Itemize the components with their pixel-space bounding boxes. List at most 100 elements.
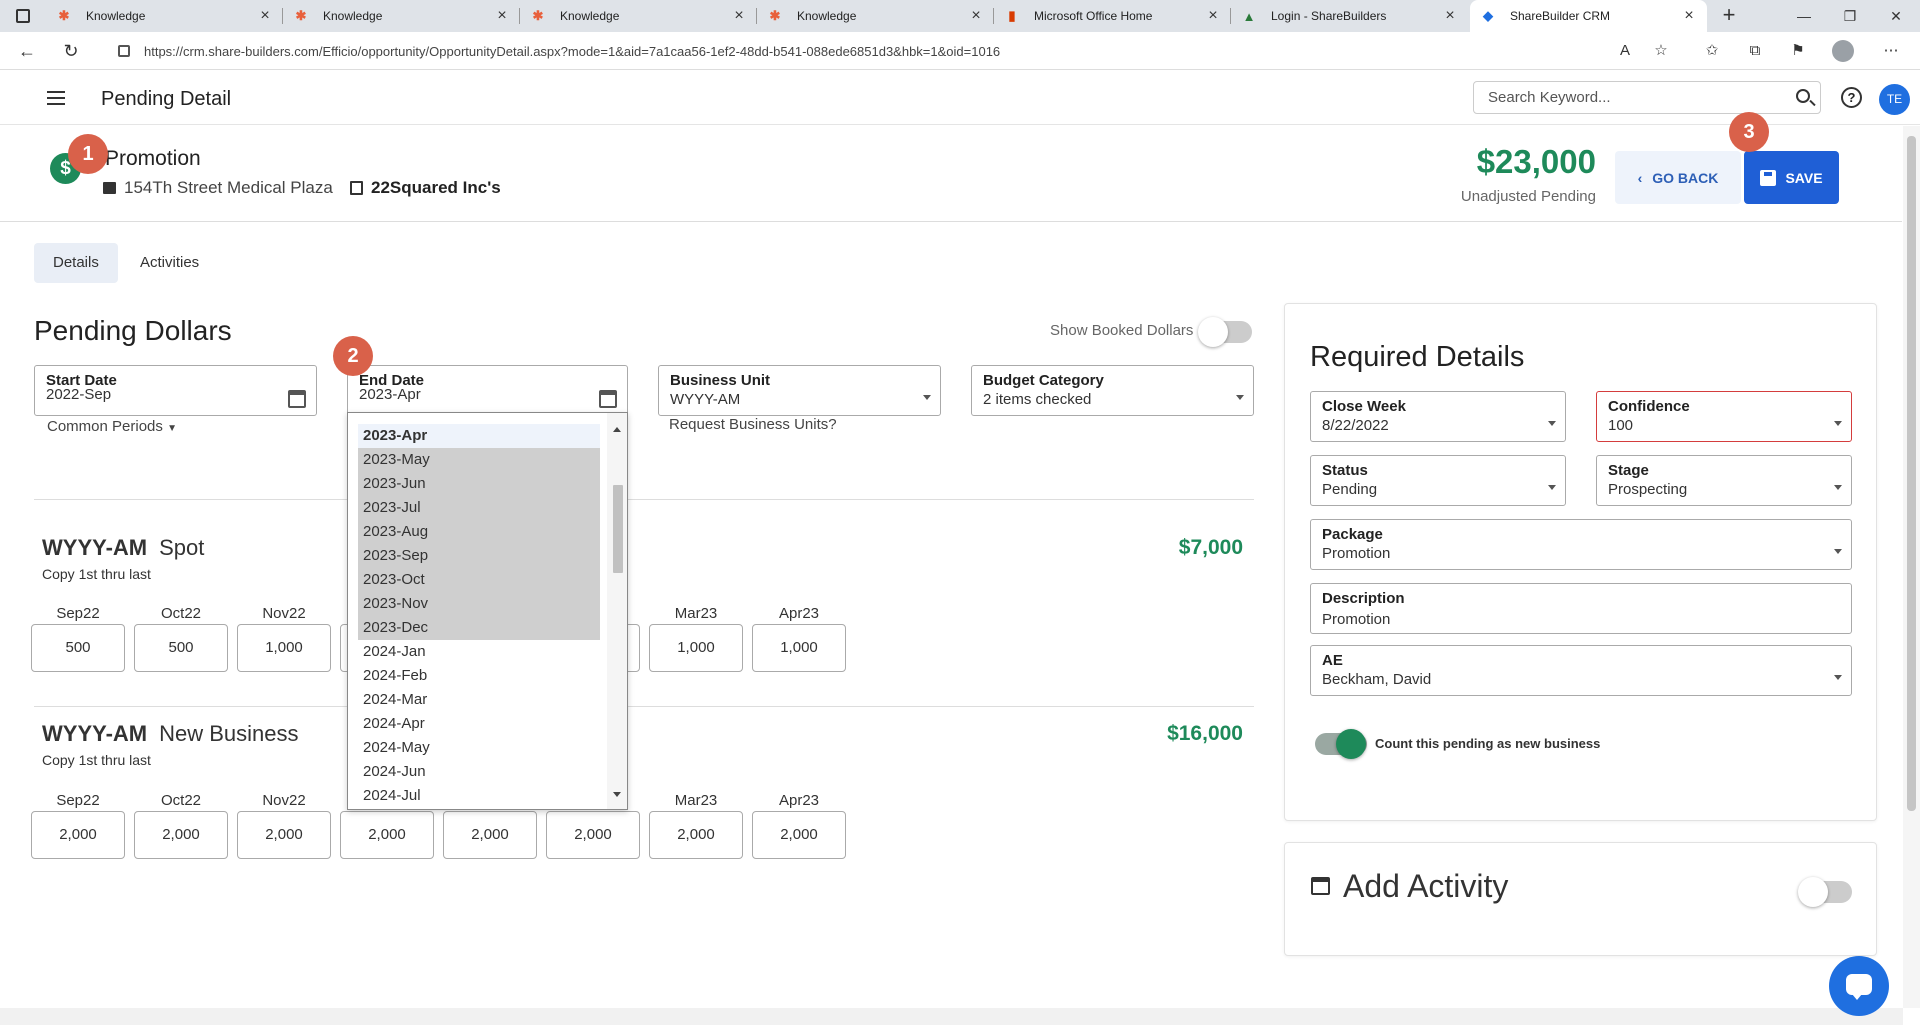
dropdown-option[interactable]: 2024-Jul: [358, 784, 600, 808]
close-tab-icon[interactable]: ×: [1438, 7, 1462, 25]
end-date-field[interactable]: End Date 2023-Apr: [347, 365, 628, 416]
dropdown-option[interactable]: 2024-Mar: [358, 688, 600, 712]
month-amount-input[interactable]: 2,000: [237, 811, 331, 859]
dropdown-option[interactable]: 2023-Aug: [358, 520, 600, 544]
hubspot-icon: ✱: [295, 8, 307, 23]
add-activity-toggle[interactable]: [1798, 877, 1852, 907]
extensions-icon[interactable]: ⚑: [1784, 37, 1812, 65]
month-amount-input[interactable]: 2,000: [443, 811, 537, 859]
month-amount-input[interactable]: 1,000: [237, 624, 331, 672]
page-scrollbar[interactable]: [1903, 126, 1920, 1008]
browser-tab-active[interactable]: ◆ ShareBuilder CRM ×: [1470, 0, 1707, 32]
month-amount-input[interactable]: 1,000: [752, 624, 846, 672]
calendar-icon[interactable]: [288, 390, 306, 408]
package-select[interactable]: Package Promotion: [1310, 519, 1852, 570]
window-close-icon[interactable]: ✕: [1873, 0, 1919, 32]
month-amount-input[interactable]: 500: [31, 624, 125, 672]
calendar-icon[interactable]: [599, 390, 617, 408]
lock-icon: [118, 45, 130, 57]
browser-tab[interactable]: ✱ Knowledge ×: [520, 0, 757, 32]
browser-tab[interactable]: ✱ Knowledge ×: [46, 0, 283, 32]
dropdown-option[interactable]: 2023-Dec: [358, 616, 600, 640]
stage-select[interactable]: Stage Prospecting: [1596, 455, 1852, 506]
browser-tab[interactable]: ▲ Login - ShareBuilders ×: [1231, 0, 1468, 32]
close-week-select[interactable]: Close Week 8/22/2022: [1310, 391, 1566, 442]
month-amount-input[interactable]: 2,000: [752, 811, 846, 859]
dropdown-option[interactable]: 2024-May: [358, 736, 600, 760]
dropdown-option[interactable]: 2023-May: [358, 448, 600, 472]
month-label: Oct22: [160, 605, 202, 622]
dropdown-option[interactable]: 2023-Sep: [358, 544, 600, 568]
status-select[interactable]: Status Pending: [1310, 455, 1566, 506]
dropdown-option[interactable]: 2023-Jul: [358, 496, 600, 520]
dropdown-option[interactable]: 2023-Apr: [358, 424, 600, 448]
save-button[interactable]: SAVE: [1744, 151, 1839, 204]
url-field[interactable]: https://crm.share-builders.com/Efficio/o…: [110, 37, 1670, 65]
help-icon[interactable]: ?: [1841, 87, 1862, 108]
month-amount-input[interactable]: 1,000: [649, 624, 743, 672]
close-tab-icon[interactable]: ×: [727, 7, 751, 25]
browser-profile-icon[interactable]: [1832, 40, 1854, 62]
business-unit-select[interactable]: Business Unit WYYY-AM: [658, 365, 941, 416]
new-tab-icon[interactable]: +: [1714, 0, 1744, 32]
dropdown-scrollbar[interactable]: [607, 413, 627, 809]
go-back-button[interactable]: ‹ GO BACK: [1615, 151, 1741, 204]
scroll-up-icon[interactable]: [613, 427, 621, 432]
end-date-dropdown-list[interactable]: 2023-Apr 2023-May 2023-Jun 2023-Jul 2023-Aug…: [347, 412, 628, 810]
request-business-units-link[interactable]: Request Business Units?: [669, 416, 837, 433]
favorite-add-icon[interactable]: ☆: [1647, 37, 1675, 65]
confidence-select[interactable]: Confidence 100: [1596, 391, 1852, 442]
copy-first-thru-last-link[interactable]: Copy 1st thru last: [42, 566, 151, 582]
close-tab-icon[interactable]: ×: [490, 7, 514, 25]
page-scroll-thumb[interactable]: [1907, 136, 1916, 811]
pending-amount: $23,000: [1476, 143, 1596, 180]
minimize-icon[interactable]: —: [1781, 0, 1827, 32]
close-tab-icon[interactable]: ×: [253, 7, 277, 25]
new-business-toggle[interactable]: [1315, 729, 1367, 759]
dropdown-option[interactable]: 2024-Feb: [358, 664, 600, 688]
browser-tab[interactable]: ✱ Knowledge ×: [283, 0, 520, 32]
description-input[interactable]: Description Promotion: [1310, 583, 1852, 634]
dropdown-option[interactable]: 2024-Apr: [358, 712, 600, 736]
month-amount-input[interactable]: 2,000: [649, 811, 743, 859]
month-amount-input[interactable]: 2,000: [546, 811, 640, 859]
favorites-icon[interactable]: ✩: [1698, 37, 1726, 65]
month-amount-input[interactable]: 2,000: [31, 811, 125, 859]
back-icon[interactable]: ←: [12, 36, 42, 66]
refresh-icon[interactable]: ↻: [56, 36, 86, 66]
dropdown-option[interactable]: 2024-Jun: [358, 760, 600, 784]
month-amount-input[interactable]: 500: [134, 624, 228, 672]
start-date-field[interactable]: Start Date 2022-Sep: [34, 365, 317, 416]
show-booked-toggle[interactable]: [1198, 317, 1252, 347]
dropdown-option[interactable]: 2024-Jan: [358, 640, 600, 664]
close-tab-icon[interactable]: ×: [964, 7, 988, 25]
read-aloud-icon[interactable]: A: [1611, 37, 1639, 65]
browser-tab[interactable]: ✱ Knowledge ×: [757, 0, 994, 32]
copy-first-thru-last-link[interactable]: Copy 1st thru last: [42, 752, 151, 768]
collections-icon[interactable]: ⧉: [1741, 37, 1769, 65]
tab-actions-icon[interactable]: [16, 9, 30, 23]
dropdown-option[interactable]: 2023-Oct: [358, 568, 600, 592]
ae-select[interactable]: AE Beckham, David: [1310, 645, 1852, 696]
tab-details[interactable]: Details: [34, 243, 118, 283]
scroll-thumb[interactable]: [613, 485, 623, 573]
month-amount-input[interactable]: 2,000: [134, 811, 228, 859]
dropdown-option[interactable]: 2023-Jun: [358, 472, 600, 496]
menu-icon[interactable]: [47, 91, 65, 105]
scroll-down-icon[interactable]: [613, 792, 621, 797]
tab-activities[interactable]: Activities: [121, 243, 218, 283]
search-input[interactable]: Search Keyword...: [1473, 81, 1821, 114]
search-icon[interactable]: [1796, 89, 1810, 103]
budget-category-select[interactable]: Budget Category 2 items checked: [971, 365, 1254, 416]
close-tab-icon[interactable]: ×: [1201, 7, 1225, 25]
avatar[interactable]: TE: [1879, 84, 1910, 115]
common-periods-dropdown[interactable]: Common Periods ▼: [47, 418, 177, 435]
dropdown-option[interactable]: 2023-Nov: [358, 592, 600, 616]
close-tab-icon[interactable]: ×: [1677, 7, 1701, 25]
browser-tab[interactable]: ▮ Microsoft Office Home ×: [994, 0, 1231, 32]
chevron-down-icon: [1548, 421, 1556, 426]
restore-icon[interactable]: ❐: [1827, 0, 1873, 32]
more-options-icon[interactable]: ⋯: [1877, 37, 1905, 65]
month-amount-input[interactable]: 2,000: [340, 811, 434, 859]
chat-button[interactable]: [1829, 956, 1889, 1016]
